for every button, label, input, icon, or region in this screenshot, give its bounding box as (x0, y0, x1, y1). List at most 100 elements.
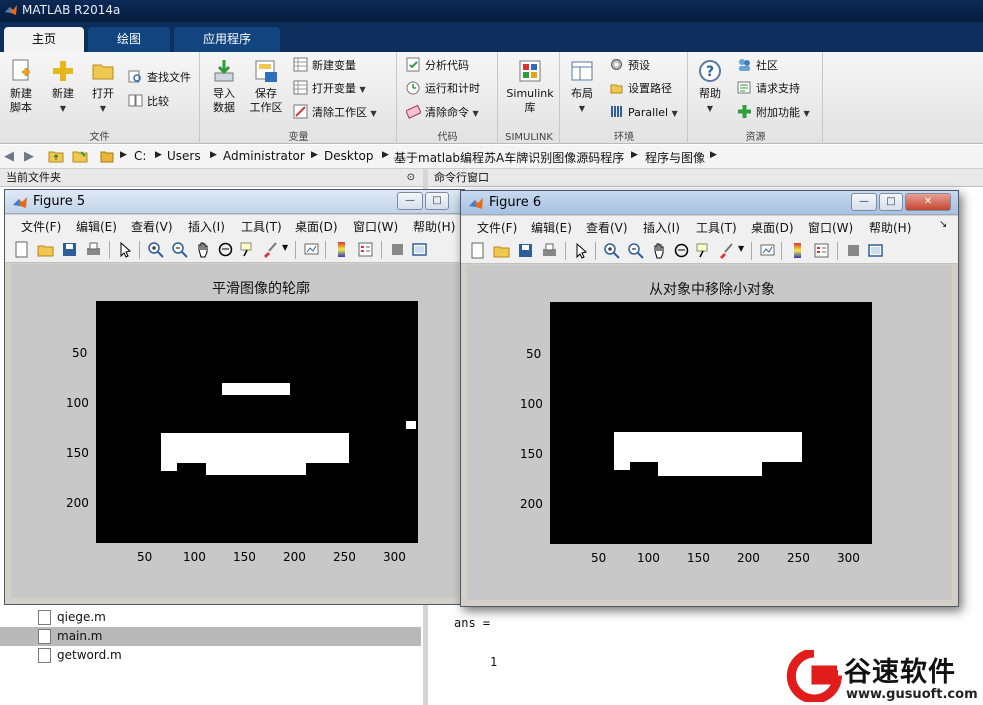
menu-dock-icon[interactable]: ↘ (939, 219, 947, 230)
print-icon[interactable] (85, 241, 102, 258)
zoom-in-icon[interactable] (603, 242, 620, 259)
menu-tools[interactable]: 工具(T) (696, 219, 737, 236)
folder-open-icon (92, 64, 114, 80)
community-button[interactable]: 社区 (737, 56, 778, 76)
show-plot-tools-icon[interactable] (867, 242, 884, 259)
legend-icon[interactable] (357, 241, 374, 258)
menu-window[interactable]: 窗口(W) (353, 218, 398, 235)
new-variable-button[interactable]: 新建变量 (293, 56, 356, 76)
colorbar-icon[interactable] (789, 242, 806, 259)
open-file-icon[interactable] (37, 241, 54, 258)
zoom-in-icon[interactable] (147, 241, 164, 258)
save-icon[interactable] (61, 241, 78, 258)
back-arrow-icon[interactable]: ◀ (4, 149, 14, 164)
pointer-icon[interactable] (573, 242, 590, 259)
open-button[interactable]: 打开 ▼ (82, 58, 124, 116)
menu-desktop[interactable]: 桌面(D) (295, 218, 338, 235)
colorbar-icon[interactable] (333, 241, 350, 258)
preferences-button[interactable]: 预设 (609, 56, 650, 76)
image-axes[interactable] (96, 301, 418, 543)
new-figure-icon[interactable] (13, 241, 30, 258)
brush-dropdown-icon[interactable]: ▼ (282, 243, 288, 252)
layout-button[interactable]: 布局 ▼ (561, 58, 603, 116)
breadcrumb-desktop[interactable]: Desktop (324, 149, 374, 163)
addons-button[interactable]: 附加功能 ▼ (737, 103, 810, 123)
link-plot-icon[interactable] (303, 241, 320, 258)
menu-window[interactable]: 窗口(W) (808, 219, 853, 236)
open-variable-button[interactable]: 打开变量 ▼ (293, 79, 366, 99)
menu-help[interactable]: 帮助(H) (413, 218, 455, 235)
find-files-button[interactable]: 查找文件 (128, 68, 191, 88)
menu-desktop[interactable]: 桌面(D) (751, 219, 794, 236)
breadcrumb-images[interactable]: 程序与图像 (645, 149, 705, 166)
file-item[interactable]: main.m (0, 627, 421, 646)
breadcrumb-administrator[interactable]: Administrator (223, 149, 305, 163)
show-plot-tools-icon[interactable] (411, 241, 428, 258)
menu-tools[interactable]: 工具(T) (241, 218, 282, 235)
minimize-icon[interactable]: — (397, 192, 423, 210)
data-cursor-icon[interactable] (239, 241, 256, 258)
clear-commands-button[interactable]: 清除命令 ▼ (406, 103, 479, 123)
image-axes[interactable] (550, 302, 872, 544)
data-cursor-icon[interactable] (695, 242, 712, 259)
save-icon[interactable] (517, 242, 534, 259)
simulink-library-button[interactable]: Simulink 库 (501, 58, 559, 115)
pan-hand-icon[interactable] (651, 242, 668, 259)
menu-file[interactable]: 文件(F) (21, 218, 61, 235)
file-item[interactable]: qiege.m (0, 608, 421, 627)
pan-hand-icon[interactable] (195, 241, 212, 258)
help-button[interactable]: ? 帮助 ▼ (689, 58, 731, 116)
pointer-icon[interactable] (117, 241, 134, 258)
print-icon[interactable] (541, 242, 558, 259)
browse-folder-icon[interactable] (72, 149, 88, 163)
close-icon[interactable]: ✕ (905, 193, 951, 211)
menu-view[interactable]: 查看(V) (131, 218, 173, 235)
brush-dropdown-icon[interactable]: ▼ (738, 244, 744, 253)
link-plot-icon[interactable] (759, 242, 776, 259)
legend-icon[interactable] (813, 242, 830, 259)
new-figure-icon[interactable] (469, 242, 486, 259)
menu-view[interactable]: 查看(V) (586, 219, 628, 236)
up-folder-icon[interactable] (48, 149, 64, 163)
menu-insert[interactable]: 插入(I) (188, 218, 225, 235)
brush-icon[interactable] (261, 241, 278, 258)
open-file-icon[interactable] (493, 242, 510, 259)
new-button[interactable]: 新建 ▼ (42, 58, 84, 116)
compare-button[interactable]: 比较 (128, 92, 169, 112)
zoom-out-icon[interactable] (627, 242, 644, 259)
breadcrumb-drive[interactable]: C: (134, 149, 146, 163)
forward-arrow-icon[interactable]: ▶ (24, 149, 34, 164)
figure-titlebar[interactable]: Figure 6 — □ ✕ (461, 191, 958, 215)
hide-plot-tools-icon[interactable] (389, 241, 406, 258)
menu-help[interactable]: 帮助(H) (869, 219, 911, 236)
clear-workspace-button[interactable]: 清除工作区 ▼ (293, 103, 377, 123)
menu-edit[interactable]: 编辑(E) (76, 218, 117, 235)
breadcrumb-users[interactable]: Users (167, 149, 201, 163)
menu-insert[interactable]: 插入(I) (643, 219, 680, 236)
breadcrumb-project[interactable]: 基于matlab编程苏A车牌识别图像源码程序 (394, 149, 624, 166)
tab-apps[interactable]: 应用程序 (174, 27, 280, 52)
set-path-button[interactable]: 设置路径 (609, 79, 672, 99)
rotate-3d-icon[interactable] (673, 242, 690, 259)
save-workspace-button[interactable]: 保存 工作区 (245, 58, 287, 115)
tab-plots[interactable]: 绘图 (88, 27, 170, 52)
import-data-button[interactable]: 导入 数据 (203, 58, 245, 115)
panel-menu-icon[interactable]: ⊙ (407, 169, 415, 187)
figure-titlebar[interactable]: Figure 5 — □ (5, 190, 464, 214)
menu-file[interactable]: 文件(F) (477, 219, 517, 236)
maximize-icon[interactable]: □ (879, 193, 903, 211)
minimize-icon[interactable]: — (851, 193, 877, 211)
rotate-3d-icon[interactable] (217, 241, 234, 258)
file-item[interactable]: getword.m (0, 646, 421, 665)
zoom-out-icon[interactable] (171, 241, 188, 258)
run-and-time-button[interactable]: 运行和计时 (406, 79, 480, 99)
new-script-button[interactable]: 新建 脚本 (0, 58, 42, 115)
menu-edit[interactable]: 编辑(E) (531, 219, 572, 236)
parallel-button[interactable]: Parallel ▼ (609, 103, 678, 123)
tab-home[interactable]: 主页 (4, 27, 84, 52)
hide-plot-tools-icon[interactable] (845, 242, 862, 259)
brush-icon[interactable] (717, 242, 734, 259)
maximize-icon[interactable]: □ (425, 192, 449, 210)
analyze-code-button[interactable]: 分析代码 (406, 56, 469, 76)
request-support-button[interactable]: 请求支持 (737, 79, 800, 99)
